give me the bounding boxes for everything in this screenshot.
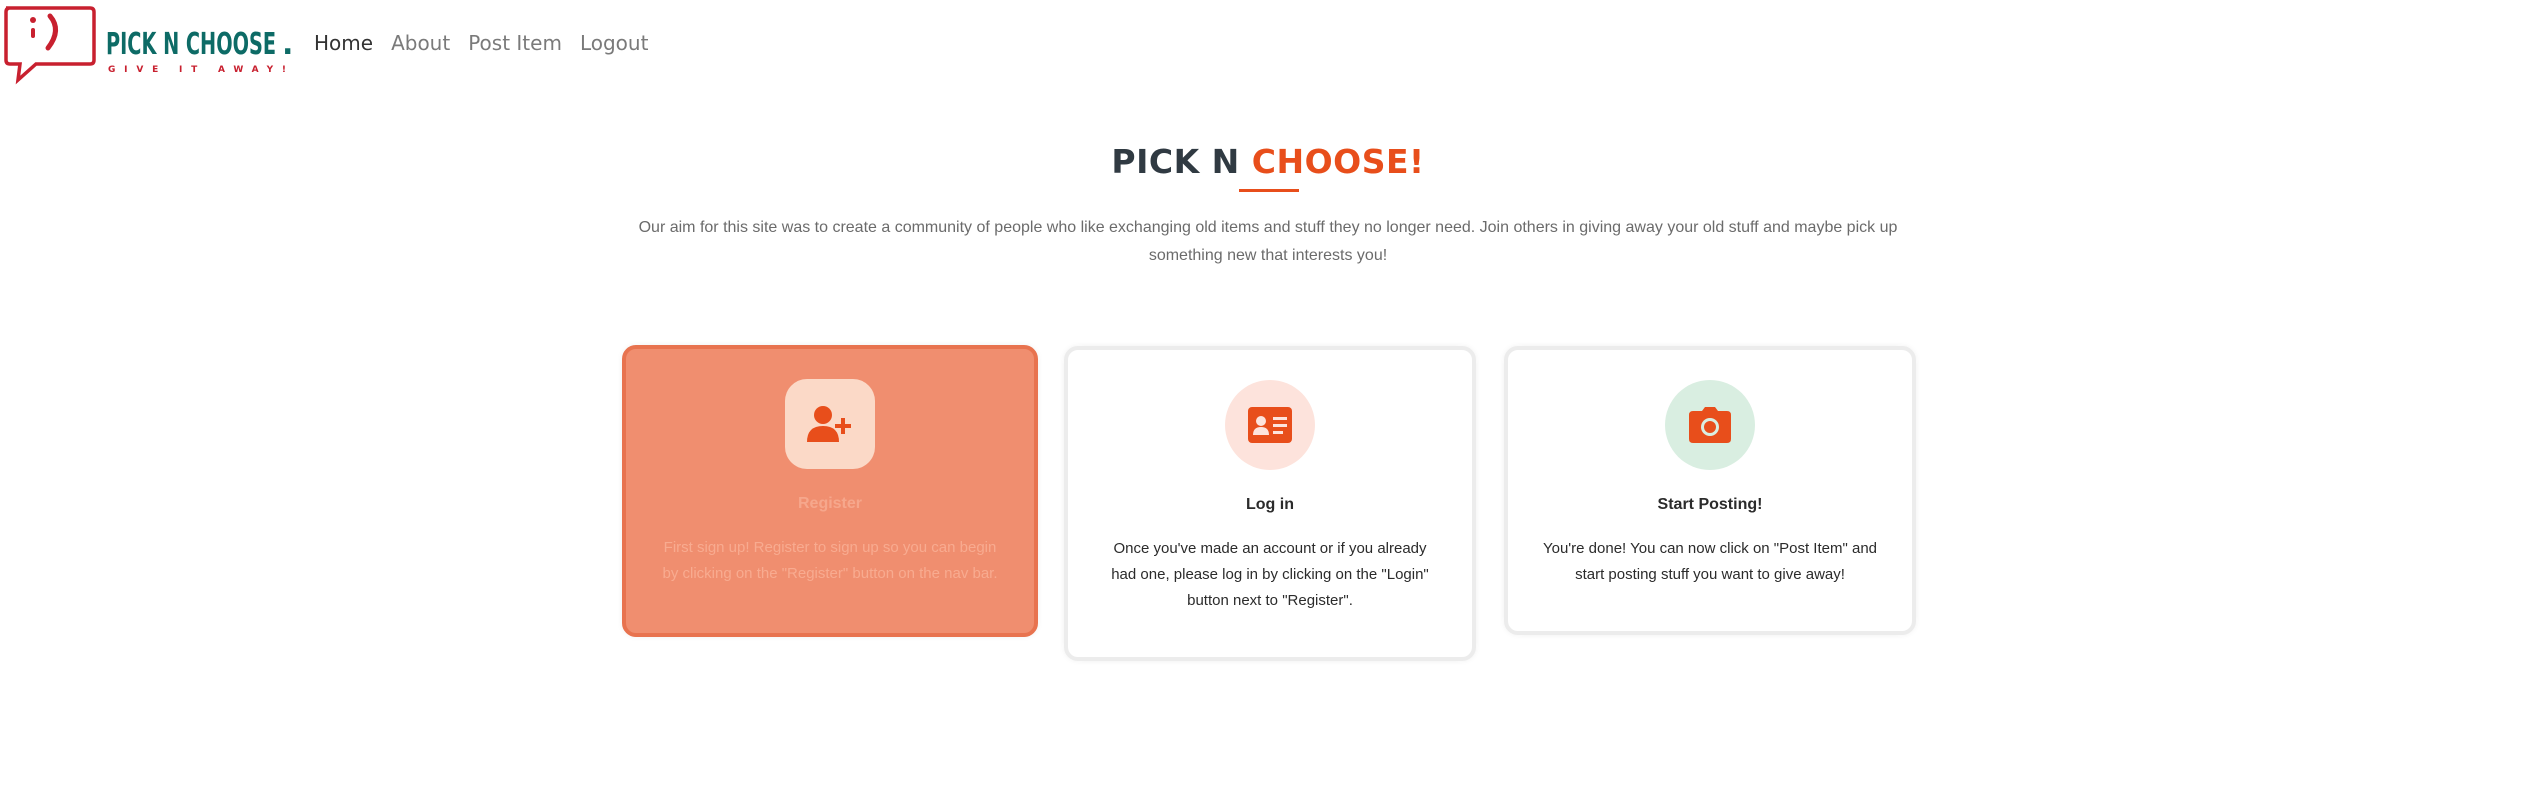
- page-title: PICK N CHOOSE!: [0, 142, 2536, 181]
- brand-tagline: GIVE IT AWAY!: [108, 65, 286, 75]
- card-login-title: Log in: [1246, 496, 1294, 513]
- page-title-accent: CHOOSE!: [1251, 142, 1425, 181]
- title-underline-divider: [1239, 189, 1299, 192]
- card-register-icon-box: [785, 379, 875, 469]
- camera-icon: [1689, 407, 1731, 443]
- card-login-text: Once you've made an account or if you al…: [1111, 540, 1429, 609]
- nav-logout-link[interactable]: Logout: [580, 28, 648, 58]
- card-register-text: First sign up! Register to sign up so yo…: [662, 539, 998, 582]
- card-start-posting-icon-box: [1665, 380, 1755, 470]
- nav-home-link[interactable]: Home: [314, 28, 373, 58]
- card-start-posting-title: Start Posting!: [1657, 496, 1763, 513]
- site-header: PICK N CHOOSE . GIVE IT AWAY! Home About…: [0, 0, 2536, 86]
- page-description: Our aim for this site was to create a co…: [638, 219, 1898, 264]
- nav-about-link[interactable]: About: [391, 28, 450, 58]
- card-login[interactable]: Log in Once you've made an account or if…: [1064, 346, 1476, 661]
- card-start-posting-text: You're done! You can now click on "Post …: [1542, 540, 1877, 583]
- id-card-icon: [1248, 407, 1292, 443]
- brand-dot: .: [282, 27, 293, 62]
- brand-name: PICK N CHOOSE: [106, 27, 276, 62]
- brand-logo[interactable]: PICK N CHOOSE . GIVE IT AWAY!: [0, 2, 300, 85]
- main-nav: Home About Post Item Logout: [314, 28, 666, 58]
- speech-bubble-logo-icon: PICK N CHOOSE . GIVE IT AWAY!: [4, 6, 293, 85]
- page-title-main: PICK N: [1111, 142, 1252, 181]
- card-start-posting[interactable]: Start Posting! You're done! You can now …: [1504, 346, 1916, 635]
- card-login-icon-box: [1225, 380, 1315, 470]
- user-plus-icon: [807, 406, 851, 442]
- card-register[interactable]: Register First sign up! Register to sign…: [622, 345, 1038, 637]
- card-register-title: Register: [797, 495, 863, 512]
- nav-post-item-link[interactable]: Post Item: [468, 28, 562, 58]
